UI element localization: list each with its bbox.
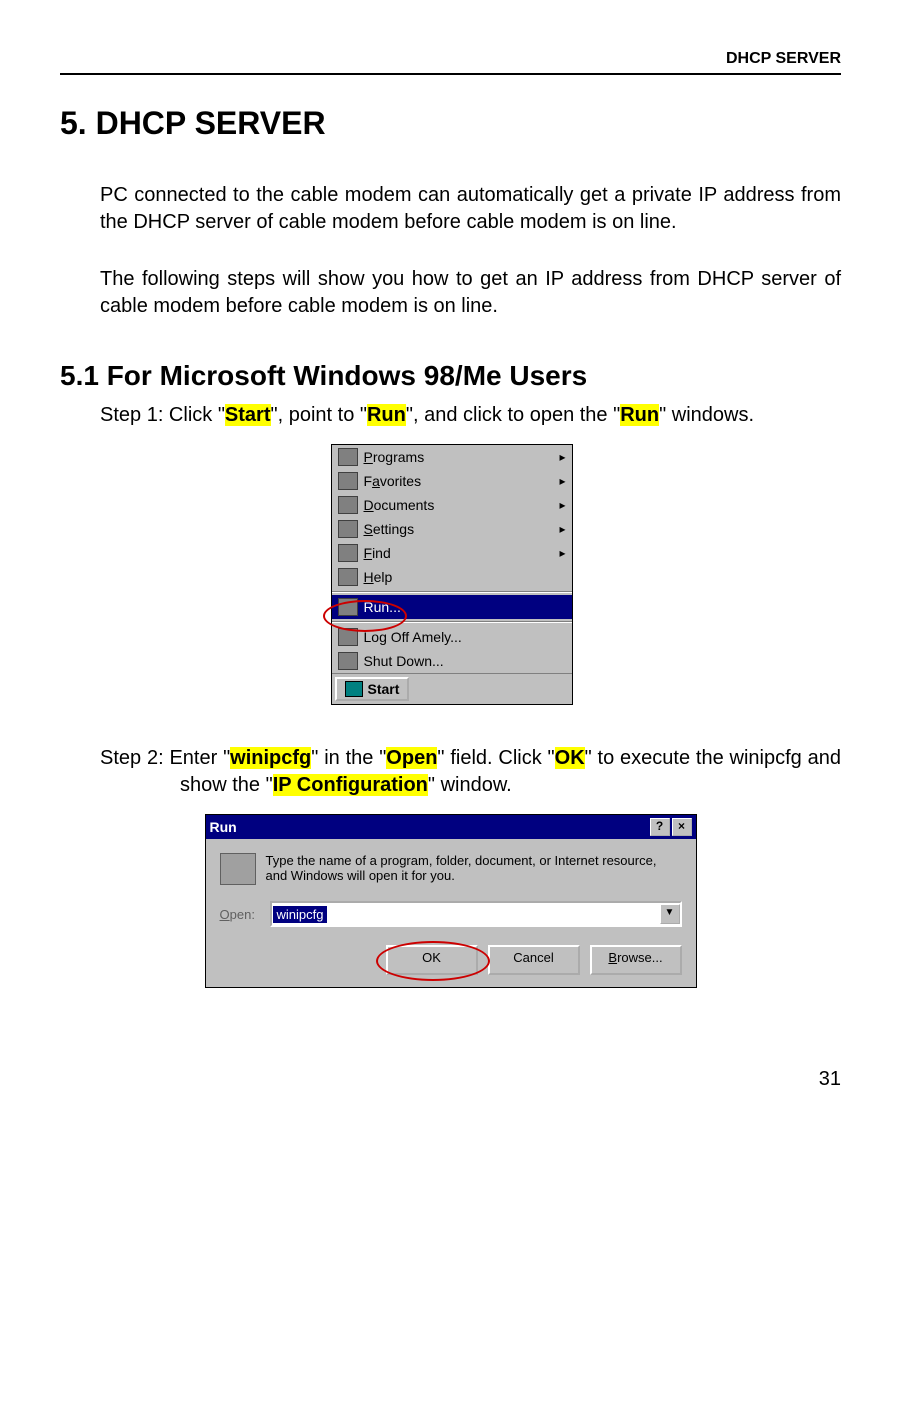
- menu-item-programs[interactable]: Programs ▸: [332, 445, 572, 469]
- menu-label: Run...: [364, 599, 401, 615]
- menu-label: Programs: [364, 449, 425, 465]
- paragraph-intro-2: The following steps will show you how to…: [100, 266, 841, 320]
- run-description-text: Type the name of a program, folder, docu…: [266, 853, 682, 883]
- step1-hl-run2: Run: [620, 404, 659, 426]
- logoff-icon: [338, 628, 358, 646]
- menu-divider: [332, 621, 572, 623]
- menu-item-run[interactable]: Run...: [332, 595, 572, 619]
- heading-1: 5. DHCP SERVER: [60, 105, 841, 142]
- step1-hl-start: Start: [225, 404, 271, 426]
- open-label: Open:: [220, 907, 270, 922]
- start-button-label: Start: [368, 681, 400, 697]
- submenu-arrow-icon: ▸: [559, 522, 565, 536]
- page-header-section: DHCP SERVER: [60, 50, 841, 68]
- menu-item-documents[interactable]: Documents ▸: [332, 493, 572, 517]
- find-icon: [338, 544, 358, 562]
- run-buttons-row: OK Cancel Browse...: [220, 945, 682, 975]
- step2-hl-ok: OK: [555, 747, 585, 769]
- browse-button[interactable]: Browse...: [590, 945, 682, 975]
- submenu-arrow-icon: ▸: [559, 498, 565, 512]
- step1-mid1: ", point to ": [271, 404, 367, 426]
- start-menu: Programs ▸ Favorites ▸ Documents ▸ Setti…: [331, 444, 573, 705]
- step-1-text: Step 1: Click "Start", point to "Run", a…: [100, 402, 841, 429]
- menu-item-find[interactable]: Find ▸: [332, 541, 572, 565]
- taskbar: Start: [332, 673, 572, 704]
- menu-label: Favorites: [364, 473, 422, 489]
- menu-item-favorites[interactable]: Favorites ▸: [332, 469, 572, 493]
- step1-hl-run1: Run: [367, 404, 406, 426]
- step2-hl-open: Open: [386, 747, 437, 769]
- submenu-arrow-icon: ▸: [559, 450, 565, 464]
- close-button[interactable]: ×: [672, 818, 692, 836]
- menu-label: Settings: [364, 521, 415, 537]
- open-combobox[interactable]: winipcfg ▼: [270, 901, 682, 927]
- header-rule: [60, 73, 841, 75]
- open-value: winipcfg: [273, 906, 328, 923]
- menu-item-shutdown[interactable]: Shut Down...: [332, 649, 572, 673]
- menu-item-settings[interactable]: Settings ▸: [332, 517, 572, 541]
- run-app-icon: [220, 853, 256, 885]
- step1-pre: Step 1: Click ": [100, 404, 225, 426]
- menu-label: Help: [364, 569, 393, 585]
- step-2-text: Step 2: Enter "winipcfg" in the "Open" f…: [100, 745, 841, 799]
- step2-pre: Step 2: Enter ": [100, 747, 230, 769]
- start-button[interactable]: Start: [335, 677, 410, 701]
- step1-mid2: ", and click to open the ": [406, 404, 620, 426]
- menu-label: Shut Down...: [364, 653, 444, 669]
- documents-icon: [338, 496, 358, 514]
- step2-post: " window.: [428, 774, 512, 796]
- run-dialog-body: Type the name of a program, folder, docu…: [206, 839, 696, 987]
- run-description-row: Type the name of a program, folder, docu…: [220, 853, 682, 885]
- submenu-arrow-icon: ▸: [559, 474, 565, 488]
- menu-item-logoff[interactable]: Log Off Amely...: [332, 625, 572, 649]
- cancel-button[interactable]: Cancel: [488, 945, 580, 975]
- run-dialog-figure: Run ? × Type the name of a program, fold…: [205, 814, 697, 988]
- favorites-icon: [338, 472, 358, 490]
- menu-label: Log Off Amely...: [364, 629, 462, 645]
- programs-icon: [338, 448, 358, 466]
- step2-hl-ipconfig: IP Configuration: [273, 774, 428, 796]
- run-open-row: Open: winipcfg ▼: [220, 901, 682, 927]
- menu-label: Find: [364, 545, 391, 561]
- dropdown-arrow-icon[interactable]: ▼: [660, 904, 680, 924]
- run-dialog: Run ? × Type the name of a program, fold…: [206, 815, 696, 987]
- settings-icon: [338, 520, 358, 538]
- menu-divider: [332, 591, 572, 593]
- start-menu-figure: Programs ▸ Favorites ▸ Documents ▸ Setti…: [331, 444, 571, 705]
- step2-mid1: " in the ": [311, 747, 386, 769]
- menu-item-help[interactable]: Help: [332, 565, 572, 589]
- submenu-arrow-icon: ▸: [559, 546, 565, 560]
- run-dialog-title: Run: [210, 819, 237, 835]
- step1-post: " windows.: [659, 404, 754, 426]
- shutdown-icon: [338, 652, 358, 670]
- run-dialog-titlebar: Run ? ×: [206, 815, 696, 839]
- page-number: 31: [60, 1068, 841, 1091]
- menu-label: Documents: [364, 497, 435, 513]
- step2-hl-winipcfg: winipcfg: [230, 747, 311, 769]
- paragraph-intro-1: PC connected to the cable modem can auto…: [100, 182, 841, 236]
- help-button[interactable]: ?: [650, 818, 670, 836]
- run-icon: [338, 598, 358, 616]
- step2-mid2: " field. Click ": [437, 747, 554, 769]
- ok-button[interactable]: OK: [386, 945, 478, 975]
- help-icon: [338, 568, 358, 586]
- heading-2: 5.1 For Microsoft Windows 98/Me Users: [60, 360, 841, 392]
- windows-flag-icon: [345, 681, 363, 697]
